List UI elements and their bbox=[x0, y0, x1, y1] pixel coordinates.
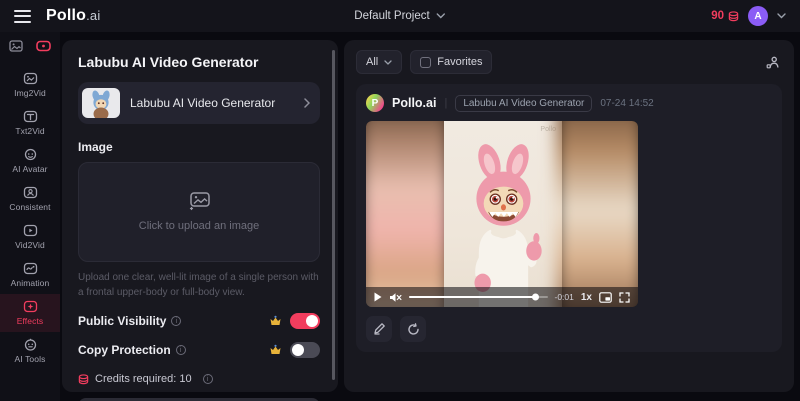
video-watermark: Pollo bbox=[540, 126, 556, 133]
sidebar-item-vid2vid[interactable]: Vid2Vid bbox=[0, 218, 60, 256]
sidebar-item-ai-avatar[interactable]: AI Avatar bbox=[0, 142, 60, 180]
form-title: Labubu AI Video Generator bbox=[78, 54, 259, 70]
top-bar: Pollo.ai Default Project 90 A bbox=[0, 0, 800, 32]
menu-icon[interactable] bbox=[14, 9, 31, 23]
sidebar-item-txt2vid[interactable]: Txt2Vid bbox=[0, 104, 60, 142]
favorites-checkbox[interactable] bbox=[420, 56, 432, 68]
image-upload-dropzone[interactable]: Click to upload an image bbox=[78, 162, 320, 262]
info-icon[interactable]: i bbox=[202, 374, 213, 384]
consistent-icon bbox=[23, 186, 37, 199]
premium-crown-icon bbox=[270, 315, 281, 325]
sidebar-item-ai-tools[interactable]: AI Tools bbox=[0, 332, 60, 370]
credits-icon bbox=[78, 373, 89, 384]
generation-card: P Pollo.ai | Labubu AI Video Generator 0… bbox=[356, 84, 782, 352]
premium-crown-icon bbox=[270, 344, 281, 354]
txt2vid-icon bbox=[23, 110, 37, 123]
public-visibility-row: Public Visibility i bbox=[78, 313, 320, 329]
favorites-label: Favorites bbox=[437, 56, 483, 68]
results-panel: All Favorites P Pollo.ai | Labubu AI Vid… bbox=[344, 40, 794, 392]
pencil-icon bbox=[374, 323, 385, 335]
ai-tools-icon bbox=[24, 338, 36, 351]
credits-required-row: Credits required: 10 i bbox=[78, 373, 320, 385]
copy-protection-label: Copy Protection bbox=[78, 343, 171, 357]
model-thumbnail bbox=[82, 88, 120, 118]
project-selector[interactable]: Default Project bbox=[354, 10, 446, 22]
public-visibility-toggle[interactable] bbox=[290, 313, 320, 329]
refresh-icon bbox=[407, 322, 419, 335]
model-card-label: Labubu AI Video Generator bbox=[130, 96, 276, 110]
video-blur-right bbox=[556, 121, 638, 307]
image-mode-icon[interactable] bbox=[9, 40, 23, 52]
regenerate-button[interactable] bbox=[400, 316, 426, 342]
ai-avatar-icon bbox=[24, 148, 36, 161]
credits-icon bbox=[728, 10, 739, 21]
play-icon[interactable] bbox=[374, 292, 382, 302]
form-panel-scrollbar[interactable] bbox=[332, 50, 335, 380]
chevron-down-icon bbox=[384, 59, 392, 65]
filter-all-dropdown[interactable]: All bbox=[356, 50, 403, 74]
video-progress-bar[interactable] bbox=[409, 293, 548, 301]
vid2vid-icon bbox=[23, 224, 37, 237]
fullscreen-icon[interactable] bbox=[619, 291, 630, 303]
upload-helper-text: Upload one clear, well-lit image of a si… bbox=[78, 272, 319, 298]
video-frame: Pollo bbox=[444, 121, 562, 307]
volume-muted-icon[interactable] bbox=[389, 292, 402, 303]
chevron-down-icon bbox=[437, 13, 446, 19]
video-player[interactable]: Pollo -0:01 1x bbox=[366, 121, 638, 307]
divider: | bbox=[444, 97, 448, 109]
generator-tag[interactable]: Labubu AI Video Generator bbox=[455, 94, 593, 112]
labubu-character bbox=[474, 144, 542, 307]
sidebar: Img2Vid Txt2Vid AI Avatar Consistent Vid… bbox=[0, 32, 60, 401]
account-chevron-down-icon[interactable] bbox=[777, 13, 786, 19]
image-section-label: Image bbox=[78, 140, 113, 154]
filter-all-label: All bbox=[366, 56, 379, 68]
video-controls-bar: -0:01 1x bbox=[366, 287, 638, 307]
project-selector-label: Default Project bbox=[354, 10, 430, 22]
credits-balance[interactable]: 90 bbox=[711, 10, 739, 22]
video-mode-icon[interactable] bbox=[36, 40, 51, 52]
time-remaining: -0:01 bbox=[554, 292, 574, 302]
info-icon[interactable]: i bbox=[175, 345, 186, 355]
brand-name: Pollo.ai bbox=[392, 96, 437, 110]
progress-handle[interactable] bbox=[532, 293, 540, 301]
credits-required-text: Credits required: 10 bbox=[95, 373, 192, 385]
generator-form-panel: Labubu AI Video Generator Labubu AI Vide… bbox=[62, 40, 338, 401]
generation-timestamp: 07-24 14:52 bbox=[600, 97, 654, 109]
public-visibility-label: Public Visibility bbox=[78, 314, 167, 328]
effects-icon bbox=[23, 300, 37, 313]
animation-icon bbox=[23, 262, 37, 275]
upload-image-icon bbox=[189, 192, 210, 211]
upload-hint: Click to upload an image bbox=[138, 220, 260, 232]
pollo-logo-icon: P bbox=[366, 94, 384, 112]
copy-protection-row: Copy Protection i bbox=[78, 342, 320, 358]
credits-count: 90 bbox=[711, 10, 724, 22]
model-selector-card[interactable]: Labubu AI Video Generator bbox=[78, 82, 320, 124]
picture-in-picture-icon[interactable] bbox=[599, 291, 612, 303]
edit-button[interactable] bbox=[366, 316, 392, 342]
info-icon[interactable]: i bbox=[171, 316, 182, 326]
img2vid-icon bbox=[23, 72, 37, 85]
copy-protection-toggle[interactable] bbox=[290, 342, 320, 358]
chevron-right-icon bbox=[304, 98, 310, 108]
video-blur-left bbox=[366, 121, 450, 307]
sidebar-item-img2vid[interactable]: Img2Vid bbox=[0, 66, 60, 104]
person-select-icon[interactable] bbox=[763, 53, 782, 72]
sidebar-item-effects[interactable]: Effects bbox=[0, 294, 60, 332]
playback-speed-button[interactable]: 1x bbox=[581, 292, 592, 303]
favorites-filter[interactable]: Favorites bbox=[410, 50, 493, 74]
app-logo[interactable]: Pollo.ai bbox=[46, 7, 100, 25]
user-avatar[interactable]: A bbox=[748, 6, 768, 26]
sidebar-item-animation[interactable]: Animation bbox=[0, 256, 60, 294]
sidebar-item-consistent[interactable]: Consistent bbox=[0, 180, 60, 218]
